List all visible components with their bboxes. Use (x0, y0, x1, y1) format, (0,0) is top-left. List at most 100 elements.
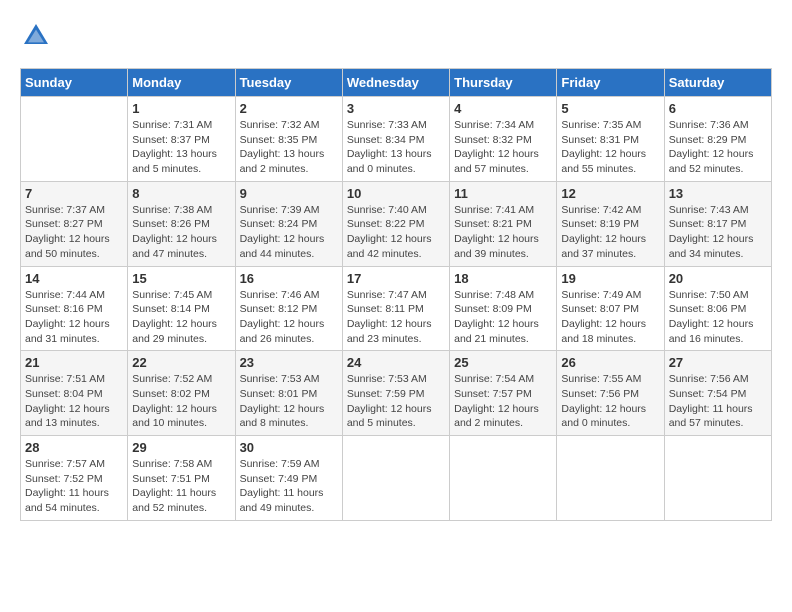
calendar-cell: 29Sunrise: 7:58 AM Sunset: 7:51 PM Dayli… (128, 436, 235, 521)
calendar-cell: 12 Sunrise: 7:42 AM Sunset: 8:19 PM Dayli… (557, 181, 664, 266)
calendar-cell: 7 Sunrise: 7:37 AM Sunset: 8:27 PM Daylig… (21, 181, 128, 266)
day-info: Sunrise: 7:57 AM Sunset: 7:52 PM Dayligh… (25, 457, 123, 516)
day-number: 16 (240, 271, 338, 286)
day-number: 15 (132, 271, 230, 286)
calendar-cell: 20Sunrise: 7:50 AM Sunset: 8:06 PM Dayli… (664, 266, 771, 351)
calendar-cell: 11 Sunrise: 7:41 AM Sunset: 8:21 PM Dayli… (450, 181, 557, 266)
day-number: 29 (132, 440, 230, 455)
day-header-saturday: Saturday (664, 69, 771, 97)
calendar-cell: 24Sunrise: 7:53 AM Sunset: 7:59 PM Dayli… (342, 351, 449, 436)
day-number: 6 (669, 101, 767, 116)
week-row-4: 21 Sunrise: 7:51 AM Sunset: 8:04 PM Dayli… (21, 351, 772, 436)
day-info: Sunrise: 7:59 AM Sunset: 7:49 PM Dayligh… (240, 457, 338, 516)
day-number: 27 (669, 355, 767, 370)
day-number: 10 (347, 186, 445, 201)
day-info: Sunrise: 7:38 AM Sunset: 8:26 PM Dayligh… (132, 203, 230, 262)
calendar-cell: 5 Sunrise: 7:35 AM Sunset: 8:31 PM Daylig… (557, 97, 664, 182)
calendar-cell: 23 Sunrise: 7:53 AM Sunset: 8:01 PM Dayli… (235, 351, 342, 436)
calendar-table: SundayMondayTuesdayWednesdayThursdayFrid… (20, 68, 772, 521)
calendar-cell (664, 436, 771, 521)
day-info: Sunrise: 7:42 AM Sunset: 8:19 PM Dayligh… (561, 203, 659, 262)
day-number: 8 (132, 186, 230, 201)
day-info: Sunrise: 7:32 AM Sunset: 8:35 PM Dayligh… (240, 118, 338, 177)
calendar-cell: 27 Sunrise: 7:56 AM Sunset: 7:54 PM Dayli… (664, 351, 771, 436)
week-row-3: 14 Sunrise: 7:44 AM Sunset: 8:16 PM Dayli… (21, 266, 772, 351)
day-number: 11 (454, 186, 552, 201)
day-info: Sunrise: 7:47 AM Sunset: 8:11 PM Dayligh… (347, 288, 445, 347)
day-header-monday: Monday (128, 69, 235, 97)
day-header-friday: Friday (557, 69, 664, 97)
day-info: Sunrise: 7:35 AM Sunset: 8:31 PM Dayligh… (561, 118, 659, 177)
week-row-2: 7 Sunrise: 7:37 AM Sunset: 8:27 PM Daylig… (21, 181, 772, 266)
calendar-cell: 9 Sunrise: 7:39 AM Sunset: 8:24 PM Daylig… (235, 181, 342, 266)
day-number: 25 (454, 355, 552, 370)
day-number: 23 (240, 355, 338, 370)
days-header-row: SundayMondayTuesdayWednesdayThursdayFrid… (21, 69, 772, 97)
day-number: 28 (25, 440, 123, 455)
day-header-tuesday: Tuesday (235, 69, 342, 97)
day-info: Sunrise: 7:41 AM Sunset: 8:21 PM Dayligh… (454, 203, 552, 262)
week-row-1: 1 Sunrise: 7:31 AM Sunset: 8:37 PM Daylig… (21, 97, 772, 182)
day-info: Sunrise: 7:53 AM Sunset: 7:59 PM Dayligh… (347, 372, 445, 431)
day-info: Sunrise: 7:36 AM Sunset: 8:29 PM Dayligh… (669, 118, 767, 177)
day-number: 9 (240, 186, 338, 201)
day-number: 1 (132, 101, 230, 116)
calendar-cell: 25 Sunrise: 7:54 AM Sunset: 7:57 PM Dayli… (450, 351, 557, 436)
calendar-cell (450, 436, 557, 521)
day-number: 12 (561, 186, 659, 201)
day-info: Sunrise: 7:39 AM Sunset: 8:24 PM Dayligh… (240, 203, 338, 262)
day-info: Sunrise: 7:37 AM Sunset: 8:27 PM Dayligh… (25, 203, 123, 262)
page-header (20, 20, 772, 52)
day-number: 3 (347, 101, 445, 116)
day-number: 13 (669, 186, 767, 201)
calendar-cell: 6 Sunrise: 7:36 AM Sunset: 8:29 PM Daylig… (664, 97, 771, 182)
day-header-sunday: Sunday (21, 69, 128, 97)
logo-icon (20, 20, 52, 52)
calendar-cell: 18Sunrise: 7:48 AM Sunset: 8:09 PM Dayli… (450, 266, 557, 351)
day-info: Sunrise: 7:49 AM Sunset: 8:07 PM Dayligh… (561, 288, 659, 347)
day-number: 5 (561, 101, 659, 116)
day-info: Sunrise: 7:46 AM Sunset: 8:12 PM Dayligh… (240, 288, 338, 347)
day-info: Sunrise: 7:33 AM Sunset: 8:34 PM Dayligh… (347, 118, 445, 177)
day-number: 22 (132, 355, 230, 370)
calendar-cell: 19 Sunrise: 7:49 AM Sunset: 8:07 PM Dayli… (557, 266, 664, 351)
calendar-cell: 17Sunrise: 7:47 AM Sunset: 8:11 PM Dayli… (342, 266, 449, 351)
day-header-wednesday: Wednesday (342, 69, 449, 97)
day-info: Sunrise: 7:54 AM Sunset: 7:57 PM Dayligh… (454, 372, 552, 431)
calendar-cell (342, 436, 449, 521)
day-info: Sunrise: 7:40 AM Sunset: 8:22 PM Dayligh… (347, 203, 445, 262)
day-number: 2 (240, 101, 338, 116)
calendar-cell: 2 Sunrise: 7:32 AM Sunset: 8:35 PM Daylig… (235, 97, 342, 182)
day-number: 4 (454, 101, 552, 116)
day-number: 19 (561, 271, 659, 286)
day-info: Sunrise: 7:53 AM Sunset: 8:01 PM Dayligh… (240, 372, 338, 431)
calendar-cell: 4Sunrise: 7:34 AM Sunset: 8:32 PM Daylig… (450, 97, 557, 182)
day-number: 26 (561, 355, 659, 370)
calendar-cell: 26 Sunrise: 7:55 AM Sunset: 7:56 PM Dayli… (557, 351, 664, 436)
day-header-thursday: Thursday (450, 69, 557, 97)
day-info: Sunrise: 7:43 AM Sunset: 8:17 PM Dayligh… (669, 203, 767, 262)
day-info: Sunrise: 7:51 AM Sunset: 8:04 PM Dayligh… (25, 372, 123, 431)
calendar-cell (21, 97, 128, 182)
day-info: Sunrise: 7:55 AM Sunset: 7:56 PM Dayligh… (561, 372, 659, 431)
day-info: Sunrise: 7:45 AM Sunset: 8:14 PM Dayligh… (132, 288, 230, 347)
calendar-cell: 10 Sunrise: 7:40 AM Sunset: 8:22 PM Dayli… (342, 181, 449, 266)
day-number: 18 (454, 271, 552, 286)
day-info: Sunrise: 7:52 AM Sunset: 8:02 PM Dayligh… (132, 372, 230, 431)
day-info: Sunrise: 7:31 AM Sunset: 8:37 PM Dayligh… (132, 118, 230, 177)
calendar-cell (557, 436, 664, 521)
day-info: Sunrise: 7:44 AM Sunset: 8:16 PM Dayligh… (25, 288, 123, 347)
calendar-cell: 13 Sunrise: 7:43 AM Sunset: 8:17 PM Dayli… (664, 181, 771, 266)
calendar-cell: 16 Sunrise: 7:46 AM Sunset: 8:12 PM Dayli… (235, 266, 342, 351)
day-info: Sunrise: 7:56 AM Sunset: 7:54 PM Dayligh… (669, 372, 767, 431)
calendar-cell: 1 Sunrise: 7:31 AM Sunset: 8:37 PM Daylig… (128, 97, 235, 182)
day-number: 21 (25, 355, 123, 370)
calendar-cell: 22 Sunrise: 7:52 AM Sunset: 8:02 PM Dayli… (128, 351, 235, 436)
day-number: 7 (25, 186, 123, 201)
calendar-cell: 21 Sunrise: 7:51 AM Sunset: 8:04 PM Dayli… (21, 351, 128, 436)
logo (20, 20, 58, 52)
calendar-cell: 3 Sunrise: 7:33 AM Sunset: 8:34 PM Daylig… (342, 97, 449, 182)
calendar-cell: 14 Sunrise: 7:44 AM Sunset: 8:16 PM Dayli… (21, 266, 128, 351)
day-number: 14 (25, 271, 123, 286)
day-number: 20 (669, 271, 767, 286)
